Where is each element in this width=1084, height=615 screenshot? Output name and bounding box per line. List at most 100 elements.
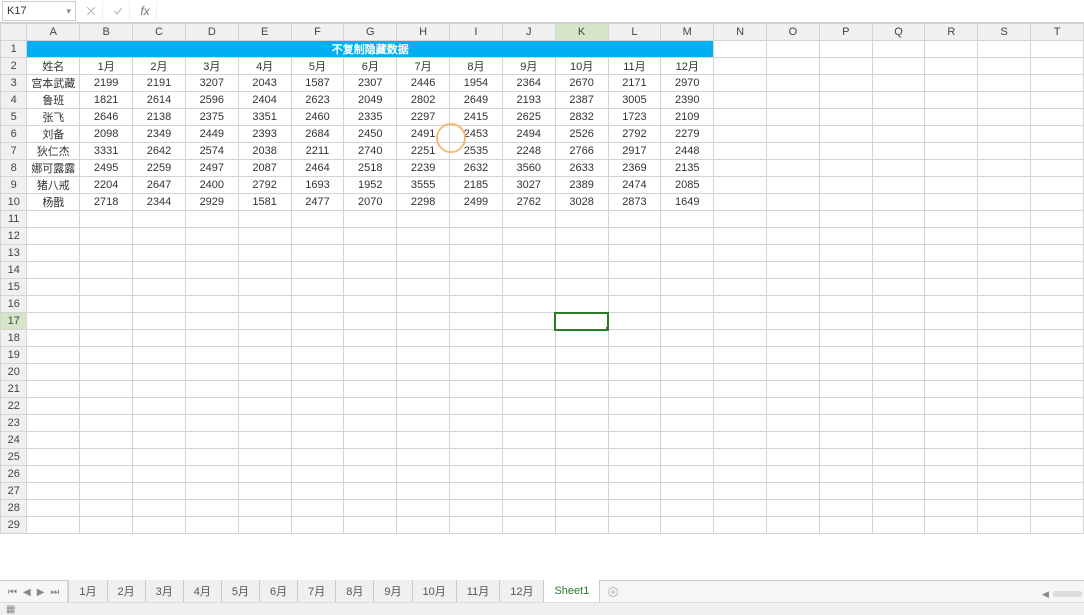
cell-L7[interactable]: 2917 xyxy=(608,143,661,160)
col-header-G[interactable]: G xyxy=(344,24,397,41)
cell-O14[interactable] xyxy=(767,262,820,279)
cell-N10[interactable] xyxy=(714,194,767,211)
cell-T4[interactable] xyxy=(1031,92,1084,109)
cell-C10[interactable]: 2344 xyxy=(133,194,186,211)
cell-S12[interactable] xyxy=(978,228,1031,245)
cell-O17[interactable] xyxy=(767,313,820,330)
cell-A11[interactable] xyxy=(27,211,80,228)
cell-Q11[interactable] xyxy=(872,211,925,228)
cell-E6[interactable]: 2393 xyxy=(238,126,291,143)
cell-J7[interactable]: 2248 xyxy=(502,143,555,160)
row-header-8[interactable]: 8 xyxy=(1,160,27,177)
cell-J21[interactable] xyxy=(502,381,555,398)
row-header-19[interactable]: 19 xyxy=(1,347,27,364)
col-header-M[interactable]: M xyxy=(661,24,714,41)
cell-C5[interactable]: 2138 xyxy=(133,109,186,126)
cell-E13[interactable] xyxy=(238,245,291,262)
cell-Q27[interactable] xyxy=(872,483,925,500)
cell-Q14[interactable] xyxy=(872,262,925,279)
cell-Q22[interactable] xyxy=(872,398,925,415)
cell-K16[interactable] xyxy=(555,296,608,313)
cell-T20[interactable] xyxy=(1031,364,1084,381)
cell-G21[interactable] xyxy=(344,381,397,398)
cell-K6[interactable]: 2526 xyxy=(555,126,608,143)
cell-H14[interactable] xyxy=(397,262,450,279)
cell-I18[interactable] xyxy=(450,330,503,347)
cell-Q19[interactable] xyxy=(872,347,925,364)
cell-B18[interactable] xyxy=(80,330,133,347)
cell-F23[interactable] xyxy=(291,415,344,432)
cell-R15[interactable] xyxy=(925,279,978,296)
cell-M6[interactable]: 2279 xyxy=(661,126,714,143)
cell-R4[interactable] xyxy=(925,92,978,109)
col-header-S[interactable]: S xyxy=(978,24,1031,41)
row-header-23[interactable]: 23 xyxy=(1,415,27,432)
cell-H11[interactable] xyxy=(397,211,450,228)
cell-R22[interactable] xyxy=(925,398,978,415)
cell-I21[interactable] xyxy=(450,381,503,398)
cell-C11[interactable] xyxy=(133,211,186,228)
cell-T9[interactable] xyxy=(1031,177,1084,194)
cell-I22[interactable] xyxy=(450,398,503,415)
cell-T19[interactable] xyxy=(1031,347,1084,364)
cell-K8[interactable]: 2633 xyxy=(555,160,608,177)
cell-S7[interactable] xyxy=(978,143,1031,160)
cell-C29[interactable] xyxy=(133,517,186,534)
cell-G11[interactable] xyxy=(344,211,397,228)
cell-S24[interactable] xyxy=(978,432,1031,449)
sheet-tab-5月[interactable]: 5月 xyxy=(221,580,260,603)
cell-C14[interactable] xyxy=(133,262,186,279)
cell-G18[interactable] xyxy=(344,330,397,347)
cell-P1[interactable] xyxy=(819,41,872,58)
cell-J22[interactable] xyxy=(502,398,555,415)
cell-E26[interactable] xyxy=(238,466,291,483)
cell-R20[interactable] xyxy=(925,364,978,381)
cell-K20[interactable] xyxy=(555,364,608,381)
cell-Q18[interactable] xyxy=(872,330,925,347)
cell-K7[interactable]: 2766 xyxy=(555,143,608,160)
cell-M19[interactable] xyxy=(661,347,714,364)
cell-K9[interactable]: 2389 xyxy=(555,177,608,194)
cell-R13[interactable] xyxy=(925,245,978,262)
cell-M27[interactable] xyxy=(661,483,714,500)
cell-H8[interactable]: 2239 xyxy=(397,160,450,177)
cell-O18[interactable] xyxy=(767,330,820,347)
cell-F4[interactable]: 2623 xyxy=(291,92,344,109)
row-header-2[interactable]: 2 xyxy=(1,58,27,75)
cell-E11[interactable] xyxy=(238,211,291,228)
cell-I16[interactable] xyxy=(450,296,503,313)
cell-K24[interactable] xyxy=(555,432,608,449)
cell-C4[interactable]: 2614 xyxy=(133,92,186,109)
cell-F18[interactable] xyxy=(291,330,344,347)
grid[interactable]: ABCDEFGHIJKLMNOPQRST1不复制隐藏数据2姓名1月2月3月4月5… xyxy=(0,23,1084,581)
cell-O9[interactable] xyxy=(767,177,820,194)
cell-C21[interactable] xyxy=(133,381,186,398)
cell-C23[interactable] xyxy=(133,415,186,432)
header-cell-A[interactable]: 姓名 xyxy=(27,58,80,75)
cell-Q6[interactable] xyxy=(872,126,925,143)
cell-F7[interactable]: 2211 xyxy=(291,143,344,160)
cell-L18[interactable] xyxy=(608,330,661,347)
header-cell-H[interactable]: 7月 xyxy=(397,58,450,75)
row-header-1[interactable]: 1 xyxy=(1,41,27,58)
cell-R1[interactable] xyxy=(925,41,978,58)
header-cell-C[interactable]: 2月 xyxy=(133,58,186,75)
row-header-26[interactable]: 26 xyxy=(1,466,27,483)
cell-O5[interactable] xyxy=(767,109,820,126)
cell-F14[interactable] xyxy=(291,262,344,279)
cell-C19[interactable] xyxy=(133,347,186,364)
cell-J23[interactable] xyxy=(502,415,555,432)
cell-G15[interactable] xyxy=(344,279,397,296)
tab-nav-prev-icon[interactable]: ◀ xyxy=(23,587,31,598)
cell-O11[interactable] xyxy=(767,211,820,228)
cell-P22[interactable] xyxy=(819,398,872,415)
cell-Q17[interactable] xyxy=(872,313,925,330)
cell-F27[interactable] xyxy=(291,483,344,500)
cell-G5[interactable]: 2335 xyxy=(344,109,397,126)
cell-D26[interactable] xyxy=(185,466,238,483)
cell-K4[interactable]: 2387 xyxy=(555,92,608,109)
row-header-21[interactable]: 21 xyxy=(1,381,27,398)
cell-P26[interactable] xyxy=(819,466,872,483)
sheet-tab-4月[interactable]: 4月 xyxy=(183,580,222,603)
cell-C18[interactable] xyxy=(133,330,186,347)
